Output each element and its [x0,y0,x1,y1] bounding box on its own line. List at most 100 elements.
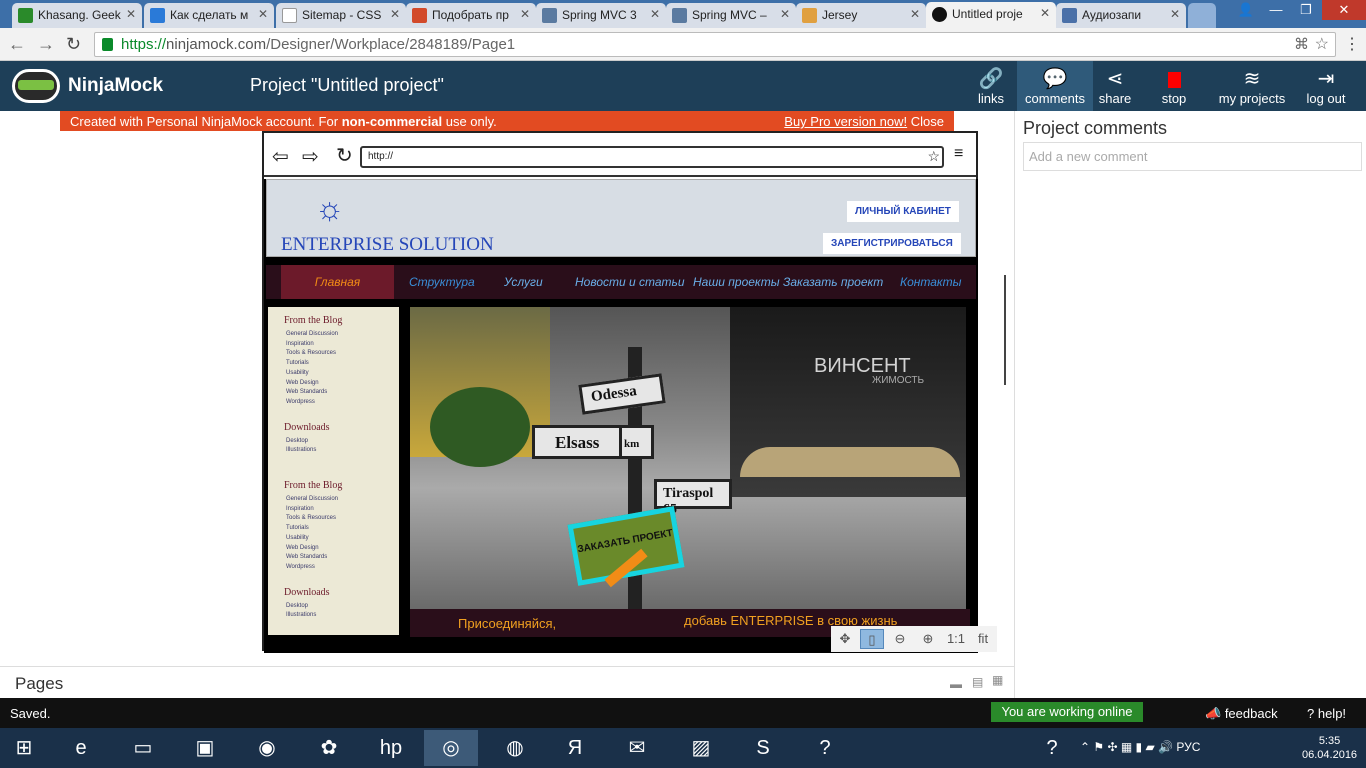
browser-tab[interactable]: Sitemap - CSS ✕ [276,3,406,28]
hero-image: ВИНСЕНТ ЖИМОСТЬ Odessa Elsass km Tiraspo… [410,307,966,609]
zoom-in-icon[interactable]: ⊕ [916,629,940,649]
camera-app-icon[interactable]: ◉ [240,730,294,766]
close-window-icon[interactable]: ✕ [1322,0,1366,20]
firefox-icon[interactable]: ◍ [488,730,542,766]
sidebar-link: Tutorials [286,360,309,367]
close-tab-icon[interactable]: ✕ [780,7,790,21]
browser-tab-active[interactable]: Untitled proje ✕ [926,2,1056,28]
browser-tab[interactable]: Khasang. Geek ✕ [12,3,142,28]
yandex-icon[interactable]: Я [548,730,602,766]
translate-icon[interactable]: ⌘ [1294,35,1309,53]
language-indicator[interactable]: РУС [1176,740,1200,754]
user-icon[interactable]: 👤 [1232,0,1260,20]
browser-tab[interactable]: Как сделать м ✕ [144,3,274,28]
sidebar-link: Desktop [286,602,309,609]
zoom-fit-button[interactable]: fit [971,629,995,649]
share-button[interactable]: ⋖ share [1093,61,1137,111]
file-explorer-icon[interactable]: ▭ [116,730,170,766]
clock[interactable]: 5:35 06.04.2016 [1302,734,1357,762]
sidebar-link: Web Standards [286,389,328,396]
sign-km: km [622,425,654,459]
close-tab-icon[interactable]: ✕ [520,7,530,21]
back-icon[interactable]: ← [8,34,26,55]
mockup-canvas[interactable]: ⇦ ⇨ ↻ http:// ☆ ≡ ☼ ENTERPRISE SOLUTION Л… [262,131,978,653]
zoom-out-icon[interactable]: ⊖ [888,629,912,649]
notice-bold: non-commercial [341,114,443,129]
skype-icon[interactable]: S [736,730,790,766]
links-button[interactable]: 🔗 links [965,61,1017,111]
pages-grid-icon[interactable]: ▦ [992,673,1003,687]
forward-icon[interactable]: → [37,34,55,55]
links-label: links [977,91,1004,106]
comments-button[interactable]: 💬 comments [1017,61,1093,111]
site-header: ☼ ENTERPRISE SOLUTION ЛИЧНЫЙ КАБИНЕТ ЗАР… [266,179,976,257]
tray-help-icon[interactable]: ? [1028,730,1076,766]
chrome-icon[interactable]: ◎ [424,730,478,766]
url-input[interactable]: https://ninjamock.com/Designer/Workplace… [94,32,1336,57]
url-scheme: https:// [121,36,167,53]
sidebar-link: Inspiration [286,340,314,347]
help-app-icon[interactable]: ? [798,730,852,766]
browser-tab[interactable]: Spring MVC – ✕ [666,3,796,28]
log-out-button[interactable]: ⇥ log out [1297,61,1355,111]
pages-label[interactable]: Pages [15,674,63,694]
browser-tab[interactable]: Подобрать пр ✕ [406,3,536,28]
close-tab-icon[interactable]: ✕ [390,7,400,21]
tree-illustration [430,387,530,467]
menu-item-services: Услуги [504,275,543,289]
reload-icon[interactable]: ↻ [66,34,81,55]
tab-favicon-icon [150,8,165,23]
restore-icon[interactable]: ❐ [1292,0,1320,20]
tray-icons[interactable]: ⌃ ⚑ ✣ ▦ ▮ ▰ 🔊 [1080,740,1176,754]
sidebar-link: Illustrations [286,612,317,619]
tab-favicon-icon [18,8,33,23]
stop-label: stop [1161,91,1187,106]
sidebar-heading: Downloads [284,421,330,433]
pages-list-icon[interactable]: ▤ [972,675,983,689]
my-projects-button[interactable]: ≋ my projects [1211,61,1293,111]
close-tab-icon[interactable]: ✕ [910,7,920,21]
close-tab-icon[interactable]: ✕ [258,7,268,21]
tab-label: Untitled proje [952,7,1023,21]
store-icon[interactable]: ▣ [178,730,232,766]
close-tab-icon[interactable]: ✕ [1170,7,1180,21]
pages-bar: Pages ▬ ▤ ▦ [0,666,1014,698]
minimize-icon[interactable]: — [1262,0,1290,20]
close-tab-icon[interactable]: ✕ [1040,6,1050,20]
new-comment-input[interactable]: Add a new comment [1023,142,1362,171]
buy-pro-link[interactable]: Buy Pro version now! [784,114,907,129]
tab-label: Spring MVC 3 [562,8,637,22]
paint-app-icon[interactable]: ✿ [302,730,356,766]
browser-tab[interactable]: Spring MVC 3 ✕ [536,3,666,28]
help-button[interactable]: ? help! [1307,706,1346,721]
device-icon[interactable]: ▯ [860,629,884,649]
feedback-label: feedback [1224,706,1278,721]
close-tab-icon[interactable]: ✕ [126,7,136,21]
mock-menu-icon: ≡ [954,145,964,162]
bookmark-star-icon[interactable]: ☆ [1315,34,1329,54]
zoom-actual-button[interactable]: 1:1 [944,629,968,649]
feedback-button[interactable]: 📣 feedback [1205,706,1278,722]
link-icon: 🔗 [978,68,1004,90]
browser-tab[interactable]: Аудиозапи ✕ [1056,3,1186,28]
photos-icon[interactable]: ▨ [674,730,728,766]
hp-icon[interactable]: hp [364,730,418,766]
stop-button[interactable]: stop [1148,61,1200,111]
pages-minimize-icon[interactable]: ▬ [950,677,962,691]
mail-icon[interactable]: ✉ [610,730,664,766]
new-tab-button[interactable] [1188,3,1216,28]
notice-text: Created with Personal NinjaMock account.… [70,114,342,129]
canvas-scrollbar[interactable] [1004,275,1006,385]
browser-tab[interactable]: Jersey ✕ [796,3,926,28]
system-tray: ⌃ ⚑ ✣ ▦ ▮ ▰ 🔊 РУС [1080,740,1200,754]
close-notice-link[interactable]: Close [911,114,944,129]
ie-icon[interactable]: e [54,730,108,766]
brand-name[interactable]: NinjaMock [68,75,163,97]
address-bar-row: ← → ↻ https://ninjamock.com/Designer/Wor… [0,28,1366,61]
chrome-menu-icon[interactable]: ⋮ [1344,34,1360,54]
pan-icon[interactable]: ✥ [833,629,857,649]
close-tab-icon[interactable]: ✕ [650,7,660,21]
start-windows-icon[interactable]: ⊞ [0,730,48,766]
url-host: ninjamock.com [166,36,267,53]
stop-icon [1148,67,1200,91]
